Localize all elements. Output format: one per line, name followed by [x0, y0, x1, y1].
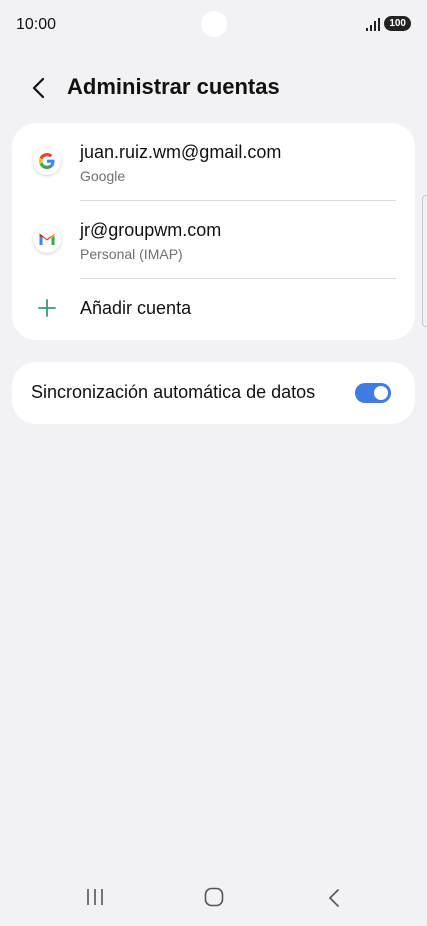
toggle-knob	[374, 386, 388, 400]
account-item-google[interactable]: juan.ruiz.wm@gmail.com Google	[12, 123, 415, 199]
add-account-button[interactable]: Añadir cuenta	[12, 279, 415, 339]
gmail-icon	[33, 225, 61, 253]
accounts-card: juan.ruiz.wm@gmail.com Google jr@groupwm…	[12, 123, 415, 340]
account-type: Personal (IMAP)	[80, 246, 183, 262]
account-email: juan.ruiz.wm@gmail.com	[80, 142, 282, 162]
auto-sync-toggle[interactable]	[355, 383, 391, 403]
page-header: Administrar cuentas	[0, 70, 427, 106]
scroll-handle[interactable]	[422, 195, 427, 327]
navigation-bar	[0, 870, 427, 926]
add-account-label: Añadir cuenta	[80, 298, 192, 318]
home-icon[interactable]	[204, 887, 224, 907]
battery-icon: 100	[384, 16, 411, 31]
back-arrow-icon[interactable]	[30, 76, 48, 100]
status-time: 10:00	[16, 16, 57, 33]
plus-icon	[38, 299, 56, 317]
nav-back-icon[interactable]	[327, 887, 341, 909]
account-item-imap[interactable]: jr@groupwm.com Personal (IMAP)	[12, 201, 415, 277]
recent-apps-icon[interactable]	[84, 886, 106, 908]
status-bar: 10:00 100	[0, 0, 427, 52]
status-indicators: 100	[366, 16, 411, 31]
signal-icon	[366, 17, 381, 31]
page-title: Administrar cuentas	[67, 74, 280, 99]
auto-sync-row[interactable]: Sincronización automática de datos	[12, 362, 415, 424]
account-email: jr@groupwm.com	[80, 220, 222, 240]
auto-sync-label: Sincronización automática de datos	[31, 382, 316, 402]
google-icon	[33, 147, 61, 175]
account-type: Google	[80, 168, 126, 184]
camera-cutout	[201, 11, 227, 37]
